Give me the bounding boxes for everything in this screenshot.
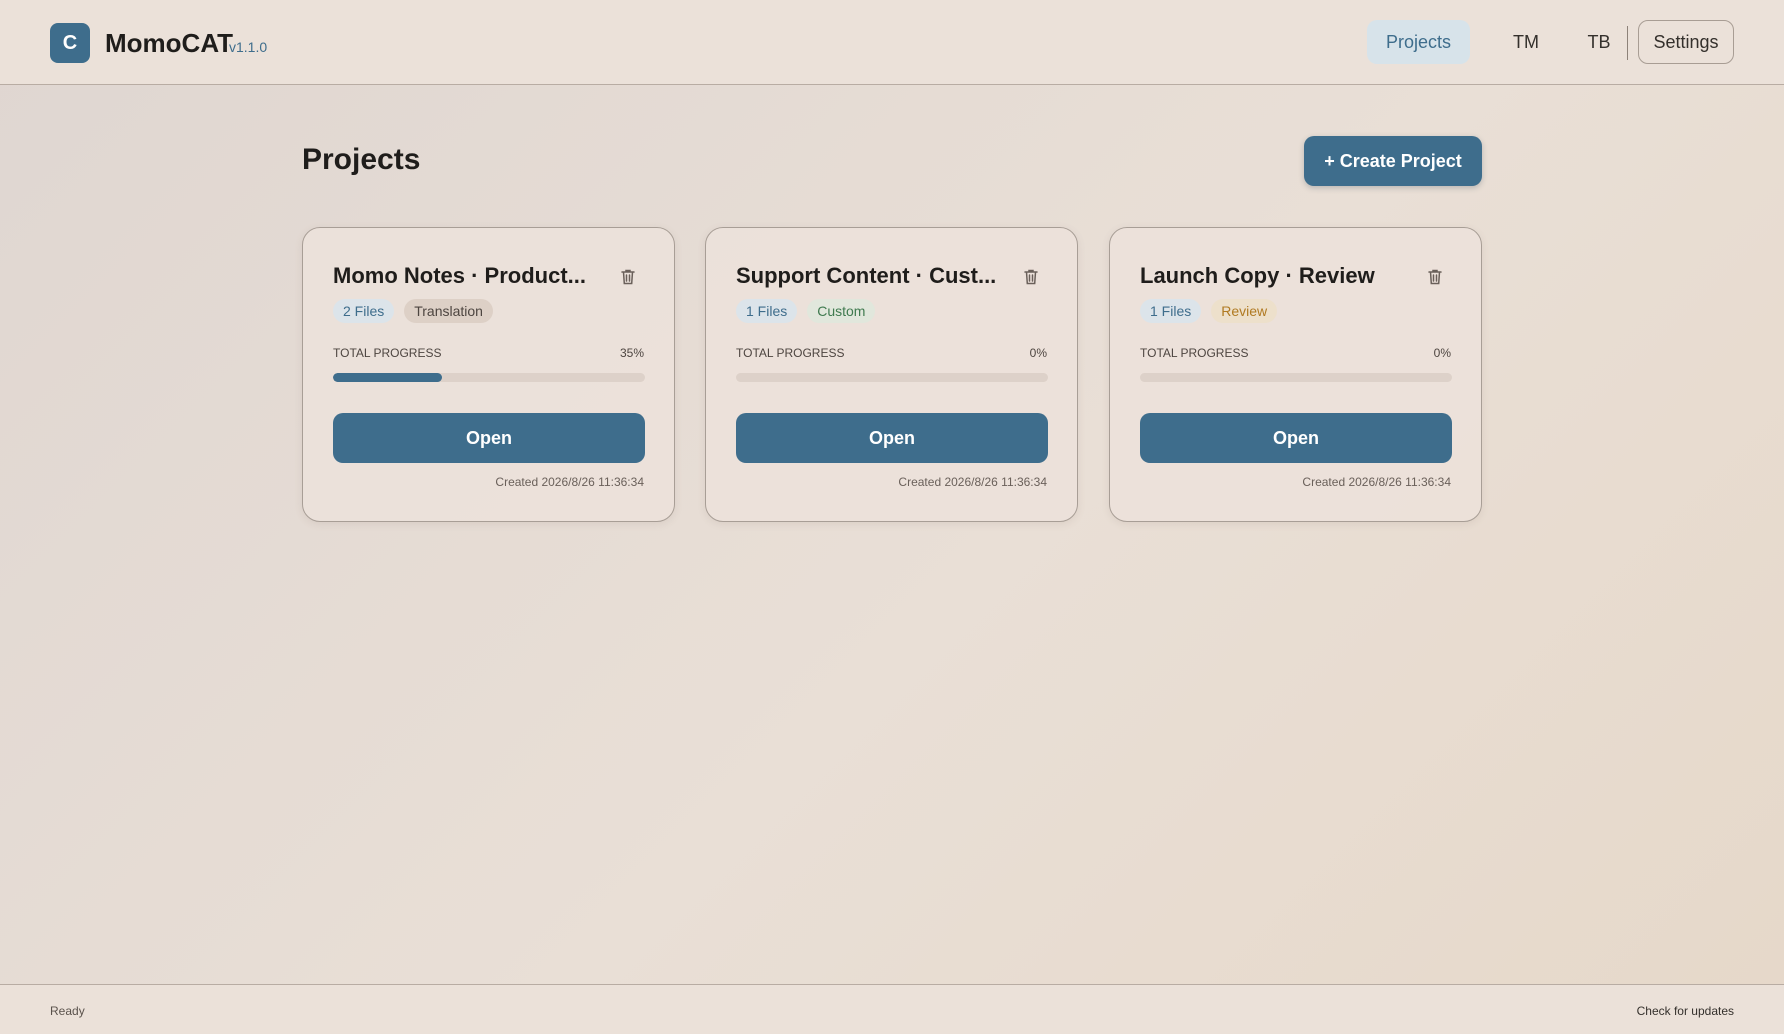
- type-badge: Translation: [404, 299, 493, 323]
- open-project-button[interactable]: Open: [736, 413, 1048, 463]
- progress-value: 35%: [619, 346, 644, 360]
- files-badge: 1 Files: [1140, 299, 1202, 323]
- created-timestamp: Created 2026/8/26 11:36:34: [898, 475, 1047, 489]
- open-project-button[interactable]: Open: [333, 413, 645, 463]
- project-card: Momo Notes · Product... 2 Files Translat…: [302, 227, 675, 522]
- project-card: Launch Copy · Review 1 Files Review TOTA…: [1109, 227, 1482, 522]
- trash-icon[interactable]: [618, 267, 638, 287]
- check-updates-link[interactable]: Check for updates: [1637, 1004, 1734, 1018]
- app-header: C MomoCAT v1.1.0 Projects TM TB Settings: [0, 0, 1784, 85]
- nav-projects[interactable]: Projects: [1367, 20, 1470, 64]
- app-name: MomoCAT: [105, 28, 234, 58]
- progress-label: TOTAL PROGRESS: [1140, 346, 1249, 360]
- project-card: Support Content · Cust... 1 Files Custom…: [705, 227, 1078, 522]
- status-bar: Ready Check for updates: [0, 984, 1784, 1034]
- open-project-button[interactable]: Open: [1140, 413, 1452, 463]
- progress-bar: [333, 373, 645, 382]
- trash-icon[interactable]: [1021, 267, 1041, 287]
- progress-value: 0%: [1433, 346, 1451, 360]
- create-project-button[interactable]: + Create Project: [1304, 136, 1482, 186]
- progress-label: TOTAL PROGRESS: [333, 346, 442, 360]
- project-title: Support Content · Cust...: [736, 263, 997, 288]
- nav-tm[interactable]: TM: [1492, 20, 1560, 64]
- progress-value: 0%: [1029, 346, 1047, 360]
- created-timestamp: Created 2026/8/26 11:36:34: [495, 475, 644, 489]
- nav-tb[interactable]: TB: [1565, 20, 1633, 64]
- files-badge: 1 Files: [736, 299, 798, 323]
- files-badge: 2 Files: [333, 299, 395, 323]
- app-version: v1.1.0: [229, 39, 268, 55]
- trash-icon[interactable]: [1425, 267, 1445, 287]
- progress-bar: [1140, 373, 1452, 382]
- type-badge: Review: [1211, 299, 1278, 323]
- nav-settings[interactable]: Settings: [1638, 20, 1734, 64]
- type-badge: Custom: [807, 299, 876, 323]
- created-timestamp: Created 2026/8/26 11:36:34: [1302, 475, 1451, 489]
- page-title: Projects: [302, 143, 421, 176]
- progress-fill: [333, 373, 443, 382]
- project-title: Momo Notes · Product...: [333, 263, 586, 288]
- project-title: Launch Copy · Review: [1140, 263, 1375, 288]
- status-text: Ready: [50, 1004, 85, 1018]
- app-logo: C: [50, 23, 90, 63]
- progress-label: TOTAL PROGRESS: [736, 346, 845, 360]
- nav-divider: [1627, 26, 1628, 60]
- progress-bar: [736, 373, 1048, 382]
